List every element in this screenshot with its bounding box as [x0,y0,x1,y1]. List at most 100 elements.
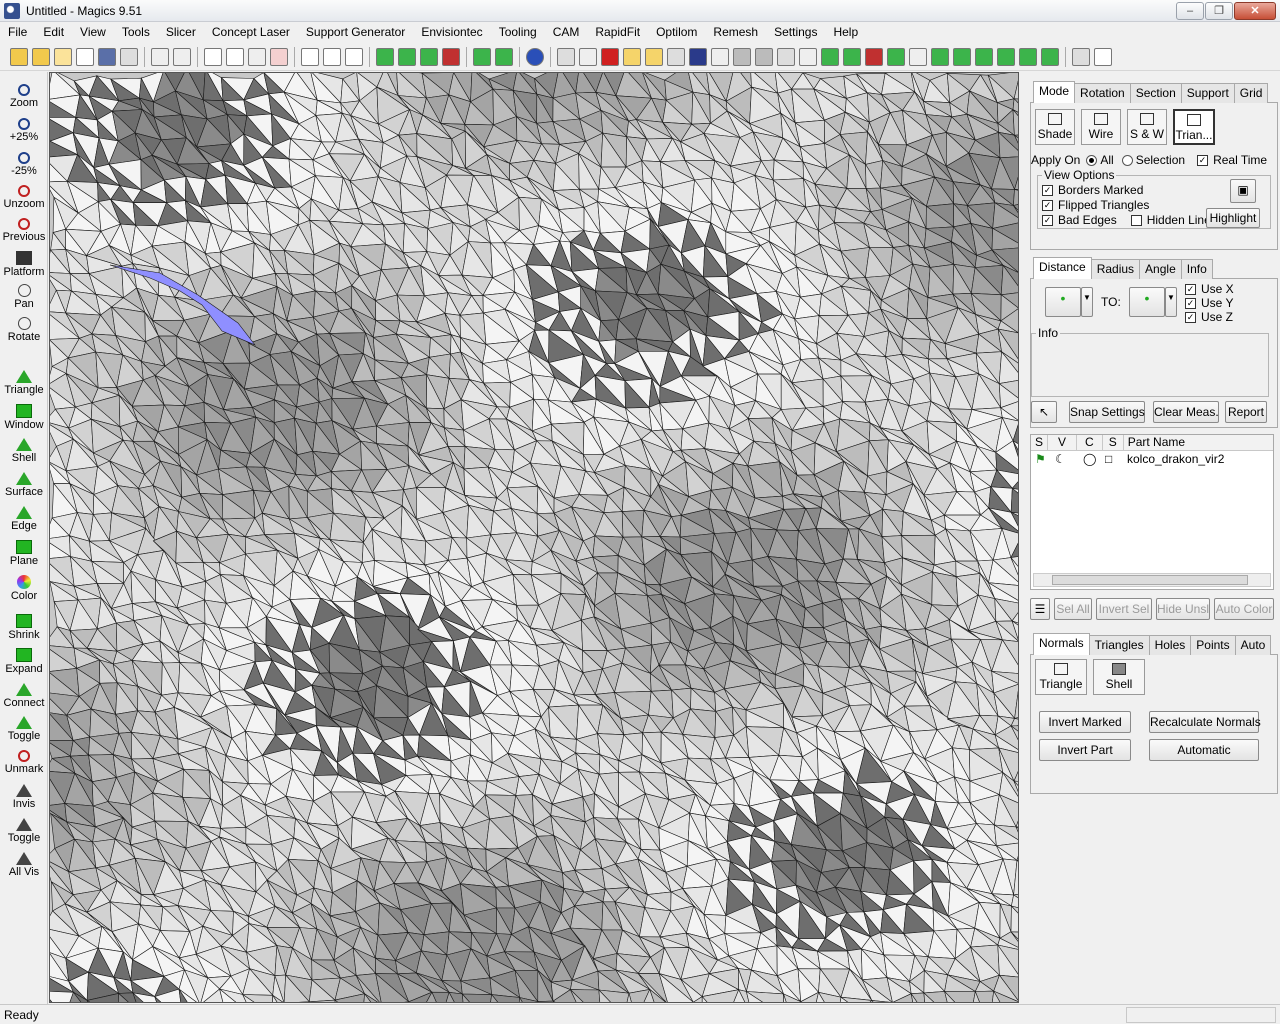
invert-sel-button[interactable]: Invert Sel [1096,598,1152,620]
auto-color-button[interactable]: Auto Color [1214,598,1274,620]
measure-icon[interactable] [557,47,575,66]
menu-view[interactable]: View [72,22,114,42]
menu-cam[interactable]: CAM [545,22,588,42]
mark-triangle-tool[interactable]: Triangle [0,368,48,402]
snap-pointer-button[interactable]: ↖ [1031,401,1057,423]
sel-all-button[interactable]: Sel All [1054,598,1092,620]
menu-tools[interactable]: Tools [114,22,158,42]
flipped-triangles-checkbox[interactable] [1042,199,1053,211]
all-visible-tool[interactable]: All Vis [0,850,48,884]
invert-marked-button[interactable]: Invert Marked [1039,711,1131,733]
zigzag-icon[interactable] [799,47,817,66]
slice-icon[interactable] [1019,47,1037,66]
use-x-checkbox[interactable] [1185,283,1196,295]
real-time-checkbox[interactable] [1197,154,1209,166]
to-point-button[interactable]: • [1129,287,1165,317]
tab-mode[interactable]: Mode [1033,81,1076,103]
expand-selection-tool[interactable]: Expand [0,646,48,680]
extrude-icon[interactable] [821,47,839,66]
label-icon[interactable] [623,47,641,66]
tab-info[interactable]: Info [1180,259,1213,279]
recalculate-normals-button[interactable]: Recalculate Normals [1149,711,1261,733]
col-s2[interactable]: S [1103,435,1124,450]
apply-selection-radio[interactable] [1121,154,1133,166]
previous-view-tool[interactable]: Previous [0,216,48,250]
mark-edge-tool[interactable]: Edge [0,504,48,538]
nest-icon[interactable] [997,47,1015,66]
info-icon[interactable] [526,47,544,66]
automatic-button[interactable]: Automatic [1149,739,1259,761]
menu-rapidfit[interactable]: RapidFit [587,22,648,42]
menu-optilom[interactable]: Optilom [648,22,705,42]
magic-wand-icon[interactable] [248,47,266,66]
hidden-line-checkbox[interactable] [1130,214,1142,226]
mark-window-tool[interactable]: Window [0,402,48,436]
cut-icon[interactable] [667,47,685,66]
tab-normals[interactable]: Normals [1033,633,1090,655]
select-icon[interactable] [323,47,341,66]
bad-edges-checkbox[interactable] [1042,214,1053,226]
color-circle-icon[interactable]: ◯ [1083,452,1105,466]
toggle-marking-tool[interactable]: Toggle [0,714,48,748]
zoom-in-tool[interactable]: +25% [0,116,48,150]
visible-glasses-icon[interactable]: ☾ [1055,452,1083,466]
normals-triangle-button[interactable]: Triangle [1035,659,1087,695]
mark-shell-tool[interactable]: Shell [0,436,48,470]
view-window-icon[interactable] [204,47,222,66]
cube-view-button[interactable]: ▣ [1230,179,1256,203]
col-part-name[interactable]: Part Name [1124,435,1189,450]
shell-icon[interactable] [733,47,751,66]
tab-auto[interactable]: Auto [1234,635,1272,655]
rotate-tool[interactable]: Rotate [0,315,48,349]
display-icon[interactable] [1072,47,1090,66]
menu-envisiontec[interactable]: Envisiontec [413,22,490,42]
box-icon[interactable] [645,47,663,66]
view-grid-icon[interactable] [226,47,244,66]
open-recent-icon[interactable] [32,47,50,66]
clear-meas-button[interactable]: Clear Meas. [1153,401,1219,423]
zoom-tool[interactable]: Zoom [0,82,48,116]
part-copy-icon[interactable] [398,47,416,66]
tab-angle[interactable]: Angle [1139,259,1182,279]
cube-icon[interactable] [843,47,861,66]
part-merge-icon[interactable] [420,47,438,66]
cone-icon[interactable] [887,47,905,66]
brush-icon[interactable] [909,47,927,66]
part-green-icon[interactable] [376,47,394,66]
col-c[interactable]: C [1077,435,1103,450]
menu-slicer[interactable]: Slicer [158,22,204,42]
connect-tool[interactable]: Connect [0,681,48,715]
export-icon[interactable] [1041,47,1059,66]
minimize-button[interactable]: – [1176,2,1204,20]
to-point-dropdown[interactable]: ▼ [1165,287,1177,317]
invert-part-button[interactable]: Invert Part [1039,739,1131,761]
part-row[interactable]: ⚑ ☾ ◯ □ kolco_drakon_vir2 [1031,451,1273,467]
tab-radius[interactable]: Radius [1090,259,1141,279]
menu-remesh[interactable]: Remesh [705,22,766,42]
help-icon[interactable] [1094,47,1112,66]
platform-view-tool[interactable]: Platform [0,249,48,283]
col-v[interactable]: V [1048,435,1078,450]
mesh-render[interactable] [50,73,1019,1003]
menu-tooling[interactable]: Tooling [491,22,545,42]
scrollbar-thumb[interactable] [1052,575,1248,585]
shade-wire-mode-button[interactable]: S & W [1127,109,1167,145]
highlight-button[interactable]: Highlight [1206,208,1260,228]
tab-points[interactable]: Points [1190,635,1236,655]
unzoom-tool[interactable]: Unzoom [0,183,48,217]
pointer-icon[interactable] [301,47,319,66]
restore-button[interactable]: ❐ [1205,2,1233,20]
normals-shell-button[interactable]: Shell [1093,659,1145,695]
tab-section[interactable]: Section [1129,83,1182,103]
boolean-icon[interactable] [473,47,491,66]
apply-all-radio[interactable] [1086,154,1098,166]
shade-mode-button[interactable]: Shade [1035,109,1075,145]
close-button[interactable]: ✕ [1234,2,1276,20]
from-point-dropdown[interactable]: ▼ [1081,287,1093,317]
tab-triangles[interactable]: Triangles [1088,635,1150,655]
platform-icon[interactable] [931,47,949,66]
save-icon[interactable] [98,47,116,66]
toggle-visibility-tool[interactable]: Toggle [0,816,48,850]
mark-color-tool[interactable]: Color [0,573,48,607]
unmark-tool[interactable]: Unmark [0,748,48,782]
